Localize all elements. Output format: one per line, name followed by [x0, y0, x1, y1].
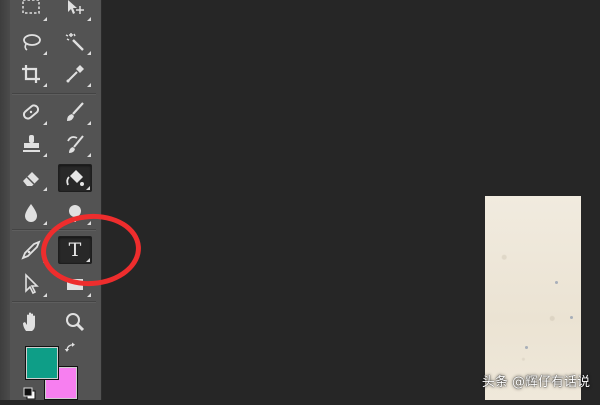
stamp-icon [23, 135, 40, 152]
document-canvas[interactable] [485, 196, 581, 400]
lasso-tool[interactable] [14, 28, 48, 56]
paper-speck [570, 316, 573, 319]
eyedropper-icon [66, 65, 84, 83]
bandage-icon [22, 104, 40, 120]
rect-marquee-icon [22, 0, 40, 14]
brush-tool[interactable] [58, 98, 92, 126]
tools-panel: T [0, 0, 102, 400]
hand-tool[interactable] [14, 308, 48, 336]
tool-flyout-indicator [43, 187, 47, 191]
tool-flyout-indicator [43, 83, 47, 87]
tool-group-divider [12, 93, 96, 95]
healing-brush-tool[interactable] [14, 98, 48, 126]
tool-flyout-indicator [43, 17, 47, 21]
tool-group-divider [12, 301, 96, 303]
eyedropper-tool[interactable] [58, 60, 92, 88]
crop-tool[interactable] [14, 60, 48, 88]
move-icon [68, 0, 84, 14]
path-selection-tool[interactable] [14, 270, 48, 298]
move-tool[interactable] [58, 0, 92, 22]
paper-speck [525, 346, 528, 349]
tool-flyout-indicator [43, 51, 47, 55]
lasso-icon [23, 34, 41, 51]
magic-wand-icon [65, 33, 84, 51]
eraser-tool[interactable] [14, 164, 48, 192]
foreground-color-swatch[interactable] [25, 346, 59, 380]
clone-stamp-tool[interactable] [14, 130, 48, 158]
swap-arrows-icon [64, 342, 75, 352]
history-brush-icon [67, 135, 84, 153]
eraser-icon [23, 172, 39, 186]
tool-flyout-indicator [87, 83, 91, 87]
tool-flyout-indicator [87, 293, 91, 297]
default-colors-button[interactable] [23, 386, 37, 400]
tools-panel-grip[interactable] [0, 0, 10, 400]
crop-icon [22, 65, 40, 83]
tool-flyout-indicator [86, 186, 90, 190]
default-colors-icon [23, 387, 36, 400]
blur-tool[interactable] [14, 198, 48, 226]
tool-flyout-indicator [43, 121, 47, 125]
drop-icon [25, 204, 37, 222]
hand-icon [23, 312, 35, 331]
tool-flyout-indicator [43, 293, 47, 297]
tool-flyout-indicator [43, 153, 47, 157]
history-brush-tool[interactable] [58, 130, 92, 158]
arrow-pointer-icon [25, 273, 39, 295]
swap-colors-button[interactable] [60, 338, 84, 360]
tool-flyout-indicator [87, 121, 91, 125]
tool-flyout-indicator [87, 51, 91, 55]
magic-wand-tool[interactable] [58, 28, 92, 56]
watermark: 头条 @辉仔有话说 [481, 375, 590, 390]
paint-bucket-icon [66, 170, 84, 186]
zoom-icon [66, 313, 85, 332]
brush-icon [67, 102, 84, 121]
zoom-tool[interactable] [58, 308, 92, 336]
tool-flyout-indicator [43, 221, 47, 225]
rect-marquee-tool[interactable] [14, 0, 48, 22]
tool-flyout-indicator [87, 17, 91, 21]
paint-bucket-tool[interactable] [58, 164, 92, 192]
pen-icon [21, 240, 41, 260]
tool-flyout-indicator [87, 153, 91, 157]
paper-speck [555, 281, 558, 284]
